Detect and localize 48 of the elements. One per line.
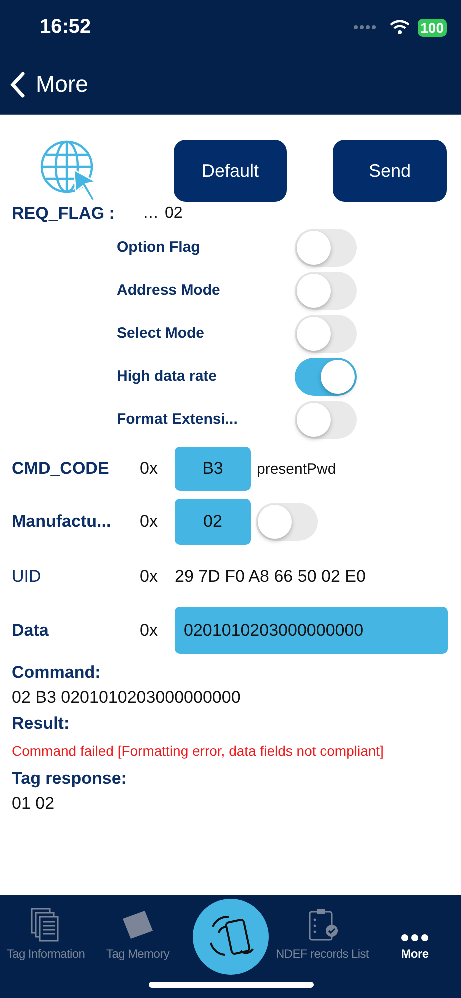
tab-bar-item[interactable]: NDEF records List (276, 901, 369, 961)
clipboard-check-icon (306, 907, 338, 943)
back-button[interactable]: More (10, 71, 88, 98)
status-time: 16:52 (40, 16, 92, 39)
toggle-switch[interactable] (295, 400, 357, 438)
hex-prefix: 0x (140, 620, 159, 640)
flag-label: High data rate (117, 368, 218, 385)
tab-bar-item[interactable]: More (368, 901, 461, 961)
action-button[interactable]: Default (174, 140, 287, 202)
field-label: Manufactu... (12, 512, 112, 532)
output-value: 01 02 (12, 794, 55, 814)
hex-input[interactable]: B3 (175, 447, 251, 491)
field-label: Data (12, 620, 50, 640)
ellipsis: … (142, 205, 159, 223)
hex-input[interactable]: 02 (175, 499, 251, 545)
uid-value: 29 7D F0 A8 66 50 02 E0 (175, 567, 366, 587)
toggle-switch[interactable] (295, 358, 357, 396)
field-label: UID (12, 567, 42, 587)
battery-level: 100 (418, 18, 447, 36)
flag-label: Format Extensi... (117, 411, 239, 428)
output-label: Command: (12, 662, 101, 682)
flag-label: Option Flag (117, 239, 202, 256)
signal-icon (354, 25, 378, 30)
back-chevron-icon (10, 72, 26, 98)
action-button[interactable]: Send (333, 140, 447, 202)
error-message: Command failed [Formatting error, data fields not compliant] (12, 743, 384, 759)
output-label: Tag response: (12, 768, 127, 788)
flag-label: Address Mode (117, 282, 222, 299)
toggle-switch[interactable] (295, 228, 357, 266)
flag-label: Select Mode (117, 325, 206, 342)
field-label: CMD_CODE (12, 459, 110, 479)
tab-bar-item[interactable]: Tag Information (0, 901, 92, 961)
toggle-switch[interactable] (256, 503, 318, 541)
documents-icon (30, 907, 62, 943)
hex-prefix: 0x (140, 567, 159, 587)
req-flag-value: 02 (164, 205, 183, 223)
more-icon (400, 933, 430, 943)
toggle-switch[interactable] (295, 272, 357, 310)
hex-prefix: 0x (140, 512, 159, 532)
output-value: 02 B3 0201010203000000000 (12, 688, 241, 708)
toggle-switch[interactable] (295, 314, 357, 352)
hex-input[interactable]: 0201010203000000000 (175, 607, 448, 654)
command-name: presentPwd (257, 460, 336, 478)
wifi-icon (390, 20, 410, 35)
hex-prefix: 0x (140, 459, 159, 479)
output-label: Result: (12, 714, 70, 734)
req-flag-label: REQ_FLAG : (12, 204, 115, 224)
tab-bar-item[interactable]: Tag Memory (92, 901, 184, 961)
